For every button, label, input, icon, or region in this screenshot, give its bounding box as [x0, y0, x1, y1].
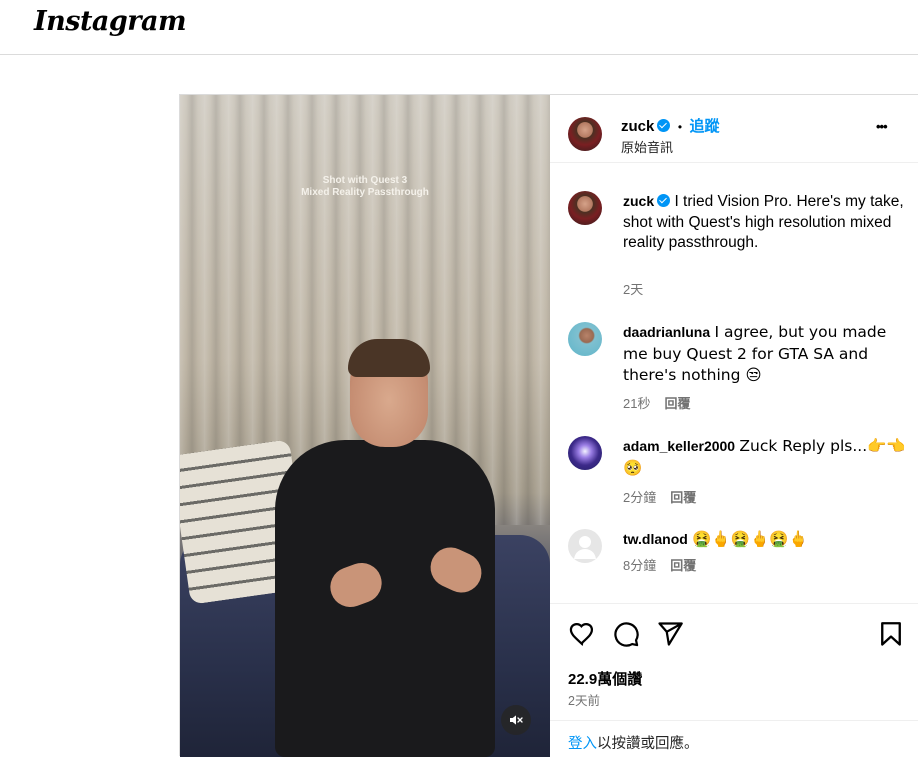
comment-text-block: adam_keller2000 Zuck Reply pls...👉👈🥺 [623, 436, 913, 479]
reel-video[interactable]: Shot with Quest 3 Mixed Reality Passthro… [180, 95, 550, 757]
comment-time[interactable]: 8分鐘 [623, 558, 656, 573]
comment-time[interactable]: 21秒 [623, 396, 650, 411]
person-hair [348, 339, 430, 377]
person-torso [275, 440, 495, 757]
overlay-line-1: Shot with Quest 3 [322, 175, 408, 186]
caption-text-block: zuck I tried Vision Pro. Here's my take,… [623, 191, 913, 254]
video-overlay-caption: Shot with Quest 3 Mixed Reality Passthro… [180, 175, 550, 199]
post-time-ago[interactable]: 2天前 [568, 690, 600, 709]
share-paper-plane-icon[interactable] [656, 620, 684, 648]
verified-badge-icon [657, 119, 671, 132]
comment-bubble-icon[interactable] [612, 620, 640, 648]
caption-meta: 2天 [623, 279, 643, 298]
login-link[interactable]: 登入 [568, 736, 597, 752]
caption-author-avatar[interactable] [568, 191, 602, 225]
save-bookmark-icon[interactable] [877, 620, 905, 648]
login-prompt-text: 以按讚或回應。 [597, 736, 699, 752]
comment-item: daadrianluna I agree, but you made me bu… [568, 322, 913, 412]
caption-comment: zuck I tried Vision Pro. Here's my take,… [568, 191, 913, 301]
overlay-line-2: Mixed Reality Passthrough [301, 187, 429, 198]
author-avatar[interactable] [568, 117, 602, 151]
comment-username[interactable]: adam_keller2000 [623, 438, 735, 454]
follow-button[interactable]: 追蹤 [689, 118, 719, 135]
comment-username[interactable]: tw.dlanod [623, 531, 688, 547]
speaker-muted-icon [510, 715, 523, 725]
default-avatar-icon[interactable] [568, 529, 602, 563]
caption-time[interactable]: 2天 [623, 282, 643, 297]
comment-meta: 21秒 回覆 [623, 393, 690, 412]
author-username[interactable]: zuck [621, 118, 654, 135]
more-options-icon[interactable]: ••• [876, 119, 888, 134]
post-sidebar: zuck • 追蹤 原始音訊 ••• zuck I tried Vision P… [550, 95, 918, 757]
audio-label[interactable]: 原始音訊 [621, 137, 673, 156]
comment-username[interactable]: daadrianluna [623, 324, 710, 340]
commenter-avatar[interactable] [568, 436, 602, 470]
comment-text-block: tw.dlanod 🤮🖕🤮🖕🤮🖕 [623, 529, 913, 551]
mute-button[interactable] [501, 705, 531, 735]
reply-button[interactable]: 回覆 [670, 558, 696, 573]
commenter-avatar[interactable] [568, 322, 602, 356]
post-container: Shot with Quest 3 Mixed Reality Passthro… [179, 94, 918, 757]
verified-badge-icon [657, 194, 671, 207]
comment-time[interactable]: 2分鐘 [623, 490, 656, 505]
top-bar: Instagram [0, 0, 918, 55]
dot-separator: • [677, 120, 683, 134]
comment-text: 🤮🖕🤮🖕🤮🖕 [692, 530, 808, 548]
author-line: zuck • 追蹤 [621, 115, 719, 136]
comment-text-block: daadrianluna I agree, but you made me bu… [623, 322, 913, 387]
reply-button[interactable]: 回覆 [670, 490, 696, 505]
action-bar: 22.9萬個讚 2天前 登入以按讚或回應。 [550, 603, 918, 757]
caption-username[interactable]: zuck [623, 193, 654, 209]
comment-meta: 2分鐘 回覆 [623, 487, 696, 506]
comment-meta: 8分鐘 回覆 [623, 555, 696, 574]
post-header: zuck • 追蹤 原始音訊 ••• [550, 95, 918, 163]
likes-count[interactable]: 22.9萬個讚 [568, 668, 642, 689]
instagram-logo[interactable]: Instagram [34, 6, 187, 37]
comment-item: adam_keller2000 Zuck Reply pls...👉👈🥺 2分鐘… [568, 436, 913, 506]
like-heart-icon[interactable] [568, 620, 596, 648]
login-prompt: 登入以按讚或回應。 [550, 720, 918, 758]
reply-button[interactable]: 回覆 [664, 396, 690, 411]
comment-item: tw.dlanod 🤮🖕🤮🖕🤮🖕 8分鐘 回覆 [568, 529, 913, 589]
